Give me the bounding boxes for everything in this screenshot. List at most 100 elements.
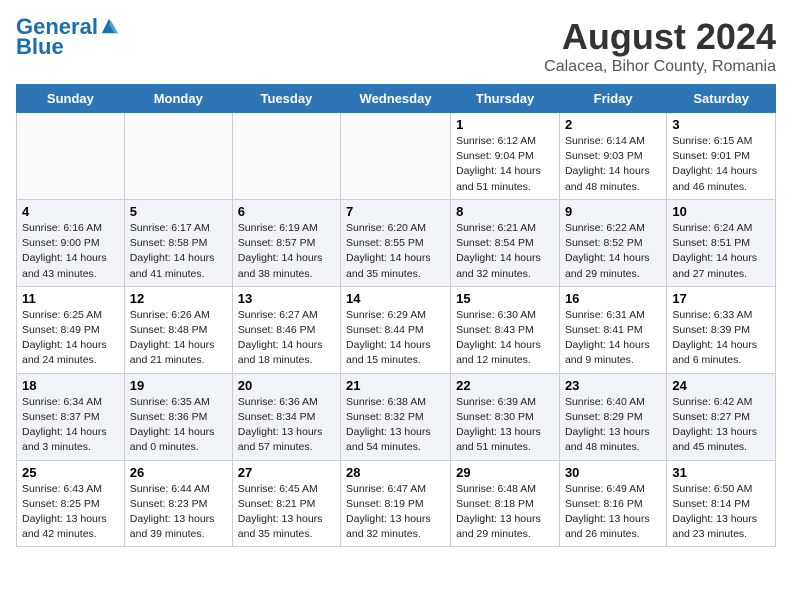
day-info: Sunrise: 6:29 AMSunset: 8:44 PMDaylight:…	[346, 308, 445, 369]
calendar-cell: 23Sunrise: 6:40 AMSunset: 8:29 PMDayligh…	[559, 373, 666, 460]
day-number: 14	[346, 291, 445, 306]
calendar-cell	[232, 113, 340, 200]
day-number: 7	[346, 204, 445, 219]
calendar-cell	[17, 113, 125, 200]
day-info: Sunrise: 6:19 AMSunset: 8:57 PMDaylight:…	[238, 221, 335, 282]
day-number: 9	[565, 204, 661, 219]
calendar-cell	[124, 113, 232, 200]
day-header-wednesday: Wednesday	[341, 85, 451, 113]
day-info: Sunrise: 6:39 AMSunset: 8:30 PMDaylight:…	[456, 395, 554, 456]
day-header-saturday: Saturday	[667, 85, 776, 113]
day-info: Sunrise: 6:33 AMSunset: 8:39 PMDaylight:…	[672, 308, 770, 369]
day-number: 25	[22, 465, 119, 480]
day-number: 19	[130, 378, 227, 393]
calendar-cell: 20 Sunrise: 6:36 AMSunset: 8:34 PMDayligh…	[232, 373, 340, 460]
calendar-week-row: 4 Sunrise: 6:16 AMSunset: 9:00 PMDaylight…	[17, 199, 776, 286]
day-number: 26	[130, 465, 227, 480]
day-info: Sunrise: 6:30 AMSunset: 8:43 PMDaylight:…	[456, 308, 554, 369]
calendar-cell: 15 Sunrise: 6:30 AMSunset: 8:43 PMDayligh…	[451, 286, 560, 373]
day-info: Sunrise: 6:47 AMSunset: 8:19 PMDaylight:…	[346, 482, 445, 543]
day-info: Sunrise: 6:12 AMSunset: 9:04 PMDaylight:…	[456, 134, 554, 195]
day-number: 17	[672, 291, 770, 306]
calendar-table: SundayMondayTuesdayWednesdayThursdayFrid…	[16, 84, 776, 547]
calendar-cell: 28Sunrise: 6:47 AMSunset: 8:19 PMDayligh…	[341, 460, 451, 547]
calendar-cell: 30 Sunrise: 6:49 AMSunset: 8:16 PMDayligh…	[559, 460, 666, 547]
title-block: August 2024 Calacea, Bihor County, Roman…	[544, 16, 776, 76]
calendar-cell: 27Sunrise: 6:45 AMSunset: 8:21 PMDayligh…	[232, 460, 340, 547]
calendar-cell: 14 Sunrise: 6:29 AMSunset: 8:44 PMDayligh…	[341, 286, 451, 373]
day-info: Sunrise: 6:43 AMSunset: 8:25 PMDaylight:…	[22, 482, 119, 543]
day-number: 6	[238, 204, 335, 219]
day-number: 31	[672, 465, 770, 480]
day-header-monday: Monday	[124, 85, 232, 113]
day-number: 15	[456, 291, 554, 306]
calendar-cell: 16 Sunrise: 6:31 AMSunset: 8:41 PMDayligh…	[559, 286, 666, 373]
location-title: Calacea, Bihor County, Romania	[544, 58, 776, 76]
day-number: 2	[565, 117, 661, 132]
calendar-cell: 22 Sunrise: 6:39 AMSunset: 8:30 PMDayligh…	[451, 373, 560, 460]
day-header-sunday: Sunday	[17, 85, 125, 113]
day-number: 20	[238, 378, 335, 393]
calendar-cell: 2Sunrise: 6:14 AMSunset: 9:03 PMDaylight…	[559, 113, 666, 200]
day-number: 1	[456, 117, 554, 132]
calendar-cell: 19 Sunrise: 6:35 AMSunset: 8:36 PMDayligh…	[124, 373, 232, 460]
logo-icon	[100, 17, 118, 35]
calendar-week-row: 1 Sunrise: 6:12 AMSunset: 9:04 PMDaylight…	[17, 113, 776, 200]
day-info: Sunrise: 6:27 AMSunset: 8:46 PMDaylight:…	[238, 308, 335, 369]
day-number: 4	[22, 204, 119, 219]
day-number: 21	[346, 378, 445, 393]
day-info: Sunrise: 6:22 AMSunset: 8:52 PMDaylight:…	[565, 221, 661, 282]
day-info: Sunrise: 6:50 AMSunset: 8:14 PMDaylight:…	[672, 482, 770, 543]
calendar-cell: 13 Sunrise: 6:27 AMSunset: 8:46 PMDayligh…	[232, 286, 340, 373]
calendar-week-row: 25 Sunrise: 6:43 AMSunset: 8:25 PMDayligh…	[17, 460, 776, 547]
day-info: Sunrise: 6:17 AMSunset: 8:58 PMDaylight:…	[130, 221, 227, 282]
calendar-cell: 11 Sunrise: 6:25 AMSunset: 8:49 PMDayligh…	[17, 286, 125, 373]
day-info: Sunrise: 6:16 AMSunset: 9:00 PMDaylight:…	[22, 221, 119, 282]
day-info: Sunrise: 6:38 AMSunset: 8:32 PMDaylight:…	[346, 395, 445, 456]
calendar-cell: 12Sunrise: 6:26 AMSunset: 8:48 PMDayligh…	[124, 286, 232, 373]
day-number: 24	[672, 378, 770, 393]
day-info: Sunrise: 6:45 AMSunset: 8:21 PMDaylight:…	[238, 482, 335, 543]
day-number: 22	[456, 378, 554, 393]
day-info: Sunrise: 6:21 AMSunset: 8:54 PMDaylight:…	[456, 221, 554, 282]
day-number: 5	[130, 204, 227, 219]
day-info: Sunrise: 6:31 AMSunset: 8:41 PMDaylight:…	[565, 308, 661, 369]
calendar-cell	[341, 113, 451, 200]
day-number: 8	[456, 204, 554, 219]
calendar-cell: 3 Sunrise: 6:15 AMSunset: 9:01 PMDaylight…	[667, 113, 776, 200]
day-header-tuesday: Tuesday	[232, 85, 340, 113]
calendar-cell: 10Sunrise: 6:24 AMSunset: 8:51 PMDayligh…	[667, 199, 776, 286]
day-header-friday: Friday	[559, 85, 666, 113]
calendar-cell: 29Sunrise: 6:48 AMSunset: 8:18 PMDayligh…	[451, 460, 560, 547]
day-number: 30	[565, 465, 661, 480]
day-number: 3	[672, 117, 770, 132]
day-number: 16	[565, 291, 661, 306]
calendar-cell: 1 Sunrise: 6:12 AMSunset: 9:04 PMDaylight…	[451, 113, 560, 200]
day-info: Sunrise: 6:40 AMSunset: 8:29 PMDaylight:…	[565, 395, 661, 456]
day-number: 12	[130, 291, 227, 306]
calendar-cell: 18 Sunrise: 6:34 AMSunset: 8:37 PMDayligh…	[17, 373, 125, 460]
calendar-cell: 25 Sunrise: 6:43 AMSunset: 8:25 PMDayligh…	[17, 460, 125, 547]
day-number: 18	[22, 378, 119, 393]
calendar-cell: 31 Sunrise: 6:50 AMSunset: 8:14 PMDayligh…	[667, 460, 776, 547]
day-number: 13	[238, 291, 335, 306]
day-info: Sunrise: 6:35 AMSunset: 8:36 PMDaylight:…	[130, 395, 227, 456]
calendar-cell: 4 Sunrise: 6:16 AMSunset: 9:00 PMDaylight…	[17, 199, 125, 286]
calendar-cell: 26Sunrise: 6:44 AMSunset: 8:23 PMDayligh…	[124, 460, 232, 547]
day-info: Sunrise: 6:36 AMSunset: 8:34 PMDaylight:…	[238, 395, 335, 456]
day-info: Sunrise: 6:25 AMSunset: 8:49 PMDaylight:…	[22, 308, 119, 369]
calendar-cell: 7Sunrise: 6:20 AMSunset: 8:55 PMDaylight…	[341, 199, 451, 286]
day-info: Sunrise: 6:42 AMSunset: 8:27 PMDaylight:…	[672, 395, 770, 456]
calendar-cell: 5 Sunrise: 6:17 AMSunset: 8:58 PMDaylight…	[124, 199, 232, 286]
calendar-cell: 17 Sunrise: 6:33 AMSunset: 8:39 PMDayligh…	[667, 286, 776, 373]
day-info: Sunrise: 6:34 AMSunset: 8:37 PMDaylight:…	[22, 395, 119, 456]
calendar-cell: 24 Sunrise: 6:42 AMSunset: 8:27 PMDayligh…	[667, 373, 776, 460]
calendar-cell: 8 Sunrise: 6:21 AMSunset: 8:54 PMDaylight…	[451, 199, 560, 286]
page-header: General Blue August 2024 Calacea, Bihor …	[16, 16, 776, 76]
calendar-week-row: 11 Sunrise: 6:25 AMSunset: 8:49 PMDayligh…	[17, 286, 776, 373]
day-info: Sunrise: 6:15 AMSunset: 9:01 PMDaylight:…	[672, 134, 770, 195]
day-info: Sunrise: 6:49 AMSunset: 8:16 PMDaylight:…	[565, 482, 661, 543]
day-info: Sunrise: 6:48 AMSunset: 8:18 PMDaylight:…	[456, 482, 554, 543]
day-number: 11	[22, 291, 119, 306]
calendar-week-row: 18 Sunrise: 6:34 AMSunset: 8:37 PMDayligh…	[17, 373, 776, 460]
